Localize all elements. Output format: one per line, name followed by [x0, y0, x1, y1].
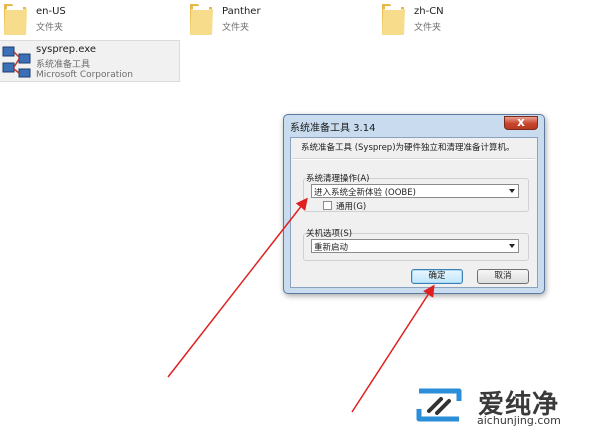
- aichunjing-logo-icon: [416, 388, 462, 422]
- annotation-arrow-to-cleanup: [167, 197, 308, 378]
- watermark-url: aichunjing.com: [477, 414, 561, 427]
- annotation-arrows: [167, 197, 435, 413]
